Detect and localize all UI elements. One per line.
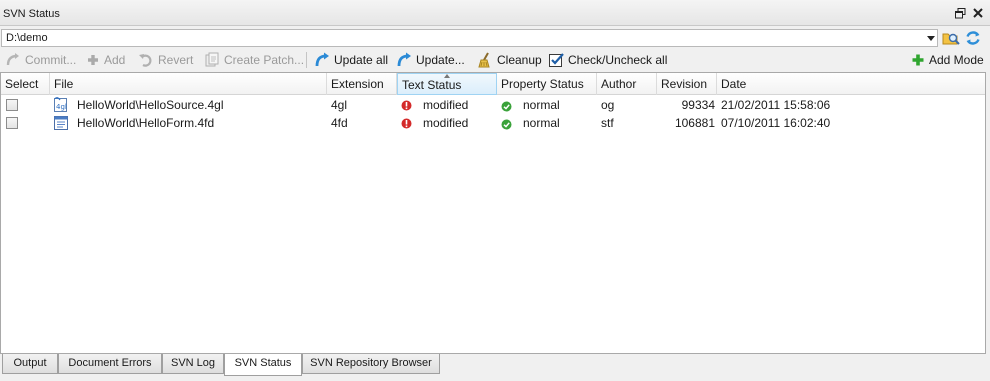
plus-icon (88, 55, 98, 65)
column-header-extension[interactable]: Extension (327, 73, 397, 95)
path-bar: D:\demo (0, 27, 990, 49)
tab-svn-status[interactable]: SVN Status (224, 354, 302, 376)
create-patch-label: Create Patch... (224, 53, 305, 67)
column-header-select[interactable]: Select (1, 73, 50, 95)
panel-titlebar: SVN Status (0, 0, 990, 26)
revision-cell: 106881 (674, 116, 715, 130)
modified-status-icon (401, 118, 412, 129)
path-value: D:\demo (6, 32, 48, 44)
path-combobox[interactable]: D:\demo (1, 29, 938, 47)
commit-icon (6, 53, 19, 66)
panel-title: SVN Status (3, 8, 60, 20)
row-select-checkbox[interactable] (6, 117, 18, 129)
toolbar-separator (306, 52, 307, 68)
column-header-author[interactable]: Author (597, 73, 657, 95)
file-cell: HelloWorld\HelloForm.4fd (77, 116, 215, 130)
restore-icon[interactable] (955, 8, 966, 19)
tab-document-errors[interactable]: Document Errors (58, 354, 162, 374)
commit-button[interactable]: Commit... (5, 51, 76, 69)
add-mode-button[interactable]: Add Mode (911, 51, 984, 69)
property-status-cell: normal (523, 116, 560, 130)
revert-button[interactable]: Revert (138, 51, 193, 69)
cleanup-label: Cleanup (497, 53, 542, 67)
column-header-date[interactable]: Date (717, 73, 985, 95)
tab-svn-repository-browser[interactable]: SVN Repository Browser (302, 354, 440, 374)
property-status-cell: normal (523, 98, 560, 112)
chevron-down-icon[interactable] (927, 36, 935, 41)
date-cell: 07/10/2011 16:02:40 (721, 116, 831, 130)
normal-status-icon (501, 101, 512, 112)
table-header: Select File Extension Text Status Proper… (1, 73, 985, 95)
revision-cell: 99334 (681, 98, 715, 112)
sort-ascending-icon (444, 74, 450, 78)
add-mode-label: Add Mode (929, 53, 984, 67)
row-select-checkbox[interactable] (6, 99, 18, 111)
tab-output[interactable]: Output (2, 354, 58, 374)
extension-cell: 4gl (331, 98, 348, 112)
svn-status-table: Select File Extension Text Status Proper… (0, 72, 986, 354)
update-all-button[interactable]: Update all (314, 51, 388, 69)
column-header-revision[interactable]: Revision (657, 73, 717, 95)
check-all-icon (549, 53, 564, 67)
add-label: Add (104, 53, 126, 67)
patch-icon (205, 52, 219, 67)
svn-toolbar: Commit... Add Revert Create Patch... Upd… (0, 49, 990, 71)
author-cell: og (601, 98, 615, 112)
update-all-icon (315, 52, 329, 67)
add-button[interactable]: Add (86, 51, 125, 69)
revert-icon (139, 54, 152, 67)
update-icon (397, 52, 411, 67)
create-patch-button[interactable]: Create Patch... (204, 51, 304, 69)
update-label: Update... (416, 53, 465, 67)
column-header-file[interactable]: File (50, 73, 327, 95)
cleanup-button[interactable]: Cleanup (477, 51, 542, 69)
tab-svn-log[interactable]: SVN Log (162, 354, 224, 374)
file-cell: HelloWorld\HelloSource.4gl (77, 98, 224, 112)
close-icon[interactable] (972, 7, 984, 19)
svg-text:4gl: 4gl (56, 103, 67, 111)
source-file-icon: 4gl (54, 97, 67, 112)
bottom-tab-strip: Output Document Errors SVN Log SVN Statu… (0, 354, 990, 381)
check-uncheck-all-button[interactable]: Check/Uncheck all (548, 51, 667, 69)
text-status-cell: modified (423, 98, 469, 112)
revert-label: Revert (158, 53, 194, 67)
date-cell: 21/02/2011 15:58:06 (721, 98, 831, 112)
form-file-icon (54, 116, 68, 130)
commit-label: Commit... (25, 53, 77, 67)
refresh-icon[interactable] (964, 29, 982, 47)
browse-folder-icon[interactable] (942, 29, 960, 47)
green-plus-icon (912, 54, 924, 66)
table-row[interactable]: HelloWorld\HelloForm.4fd 4fd modified no… (1, 114, 985, 132)
extension-cell: 4fd (331, 116, 348, 130)
column-header-property-status[interactable]: Property Status (497, 73, 597, 95)
broom-icon (478, 52, 490, 68)
table-row[interactable]: 4gl HelloWorld\HelloSource.4gl 4gl modif… (1, 96, 985, 114)
modified-status-icon (401, 100, 412, 111)
column-header-text-status-label: Text Status (402, 78, 462, 92)
normal-status-icon (501, 119, 512, 130)
text-status-cell: modified (423, 116, 469, 130)
column-header-text-status[interactable]: Text Status (397, 73, 497, 95)
author-cell: stf (601, 116, 614, 130)
check-uncheck-all-label: Check/Uncheck all (568, 53, 668, 67)
update-button[interactable]: Update... (396, 51, 465, 69)
update-all-label: Update all (334, 53, 389, 67)
